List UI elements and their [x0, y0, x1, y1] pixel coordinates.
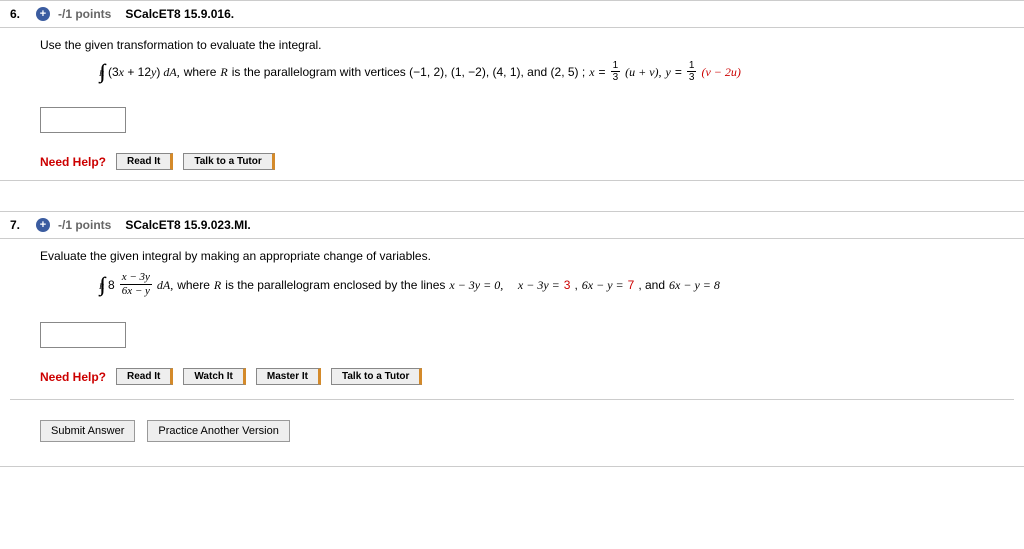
t: x − 3y [120, 271, 152, 285]
t: (u + v), [625, 61, 661, 83]
t: y [666, 61, 671, 83]
reference-id: SCalcET8 15.9.023.MI. [125, 218, 250, 232]
submit-answer-button[interactable]: Submit Answer [40, 420, 135, 442]
t: 1 [611, 60, 621, 72]
t: , [574, 274, 577, 296]
answer-input[interactable] [40, 107, 126, 133]
t: 3 [611, 72, 621, 83]
points-label: -/1 points [58, 7, 111, 21]
integral-expression: ∫∫ R 8 x − 3y 6x − y dA, where R is the … [100, 271, 1014, 298]
t: , and [638, 274, 665, 296]
read-it-button[interactable]: Read It [116, 368, 173, 385]
plus-icon[interactable]: + [36, 7, 50, 21]
points-label: -/1 points [58, 218, 111, 232]
reference-id: SCalcET8 15.9.016. [125, 7, 234, 21]
need-help-label: Need Help? [40, 155, 106, 169]
instruction-text: Use the given transformation to evaluate… [40, 38, 1014, 52]
highlighted-term: 7 [628, 274, 635, 296]
need-help-label: Need Help? [40, 370, 106, 384]
region-desc: is the parallelogram with vertices (−1, … [232, 61, 585, 83]
fraction-one-third-2: 1 3 [687, 60, 697, 83]
t: 3 [687, 72, 697, 83]
question-7: 7. + -/1 points SCalcET8 15.9.023.MI. Ev… [0, 211, 1024, 467]
where-text: where [184, 61, 217, 83]
region-var: R [214, 274, 221, 296]
t: = [599, 61, 606, 83]
help-row: Need Help? Read It Talk to a Tutor [40, 153, 1014, 170]
submit-row: Submit Answer Practice Another Version [40, 420, 1014, 456]
watch-it-button[interactable]: Watch It [183, 368, 246, 385]
question-body: Use the given transformation to evaluate… [0, 28, 1024, 180]
t: 6x − y = [582, 274, 624, 296]
divider [10, 399, 1014, 400]
fraction-one-third-1: 1 3 [611, 60, 621, 83]
integral-region: R [99, 63, 104, 85]
question-body: Evaluate the given integral by making an… [0, 239, 1024, 466]
region-var: R [220, 61, 227, 83]
question-6: 6. + -/1 points SCalcET8 15.9.016. Use t… [0, 0, 1024, 181]
t: (3 [108, 65, 119, 79]
highlighted-term: (v − 2u) [701, 61, 740, 83]
question-header: 7. + -/1 points SCalcET8 15.9.023.MI. [0, 212, 1024, 239]
highlighted-term: 3 [564, 274, 571, 296]
talk-to-tutor-button[interactable]: Talk to a Tutor [331, 368, 422, 385]
plus-icon[interactable]: + [36, 218, 50, 232]
integrand: (3x + 12y) dA, [108, 61, 180, 83]
integral-region: R [99, 276, 104, 298]
t: x [589, 61, 594, 83]
t: 1 [687, 60, 697, 72]
t: x − 3y = 0, [449, 274, 503, 296]
t: + 12 [124, 65, 151, 79]
t: dA, [160, 65, 179, 79]
t: = [675, 61, 682, 83]
help-row: Need Help? Read It Watch It Master It Ta… [40, 368, 1014, 385]
instruction-text: Evaluate the given integral by making an… [40, 249, 1014, 263]
coefficient: 8 [108, 274, 115, 296]
integrand-fraction: x − 3y 6x − y [120, 271, 152, 298]
question-header: 6. + -/1 points SCalcET8 15.9.016. [0, 1, 1024, 28]
read-it-button[interactable]: Read It [116, 153, 173, 170]
talk-to-tutor-button[interactable]: Talk to a Tutor [183, 153, 274, 170]
where-text: where [177, 274, 210, 296]
question-number: 7. [10, 218, 28, 232]
integral-expression: ∫∫ R (3x + 12y) dA, where R is the paral… [100, 60, 1014, 83]
answer-input[interactable] [40, 322, 126, 348]
master-it-button[interactable]: Master It [256, 368, 321, 385]
t: 6x − y = 8 [669, 274, 720, 296]
region-desc: is the parallelogram enclosed by the lin… [225, 274, 445, 296]
t: 6x − y [120, 285, 152, 298]
t: dA, [157, 274, 173, 296]
t: x − 3y = [518, 274, 560, 296]
question-number: 6. [10, 7, 28, 21]
practice-another-button[interactable]: Practice Another Version [147, 420, 289, 442]
